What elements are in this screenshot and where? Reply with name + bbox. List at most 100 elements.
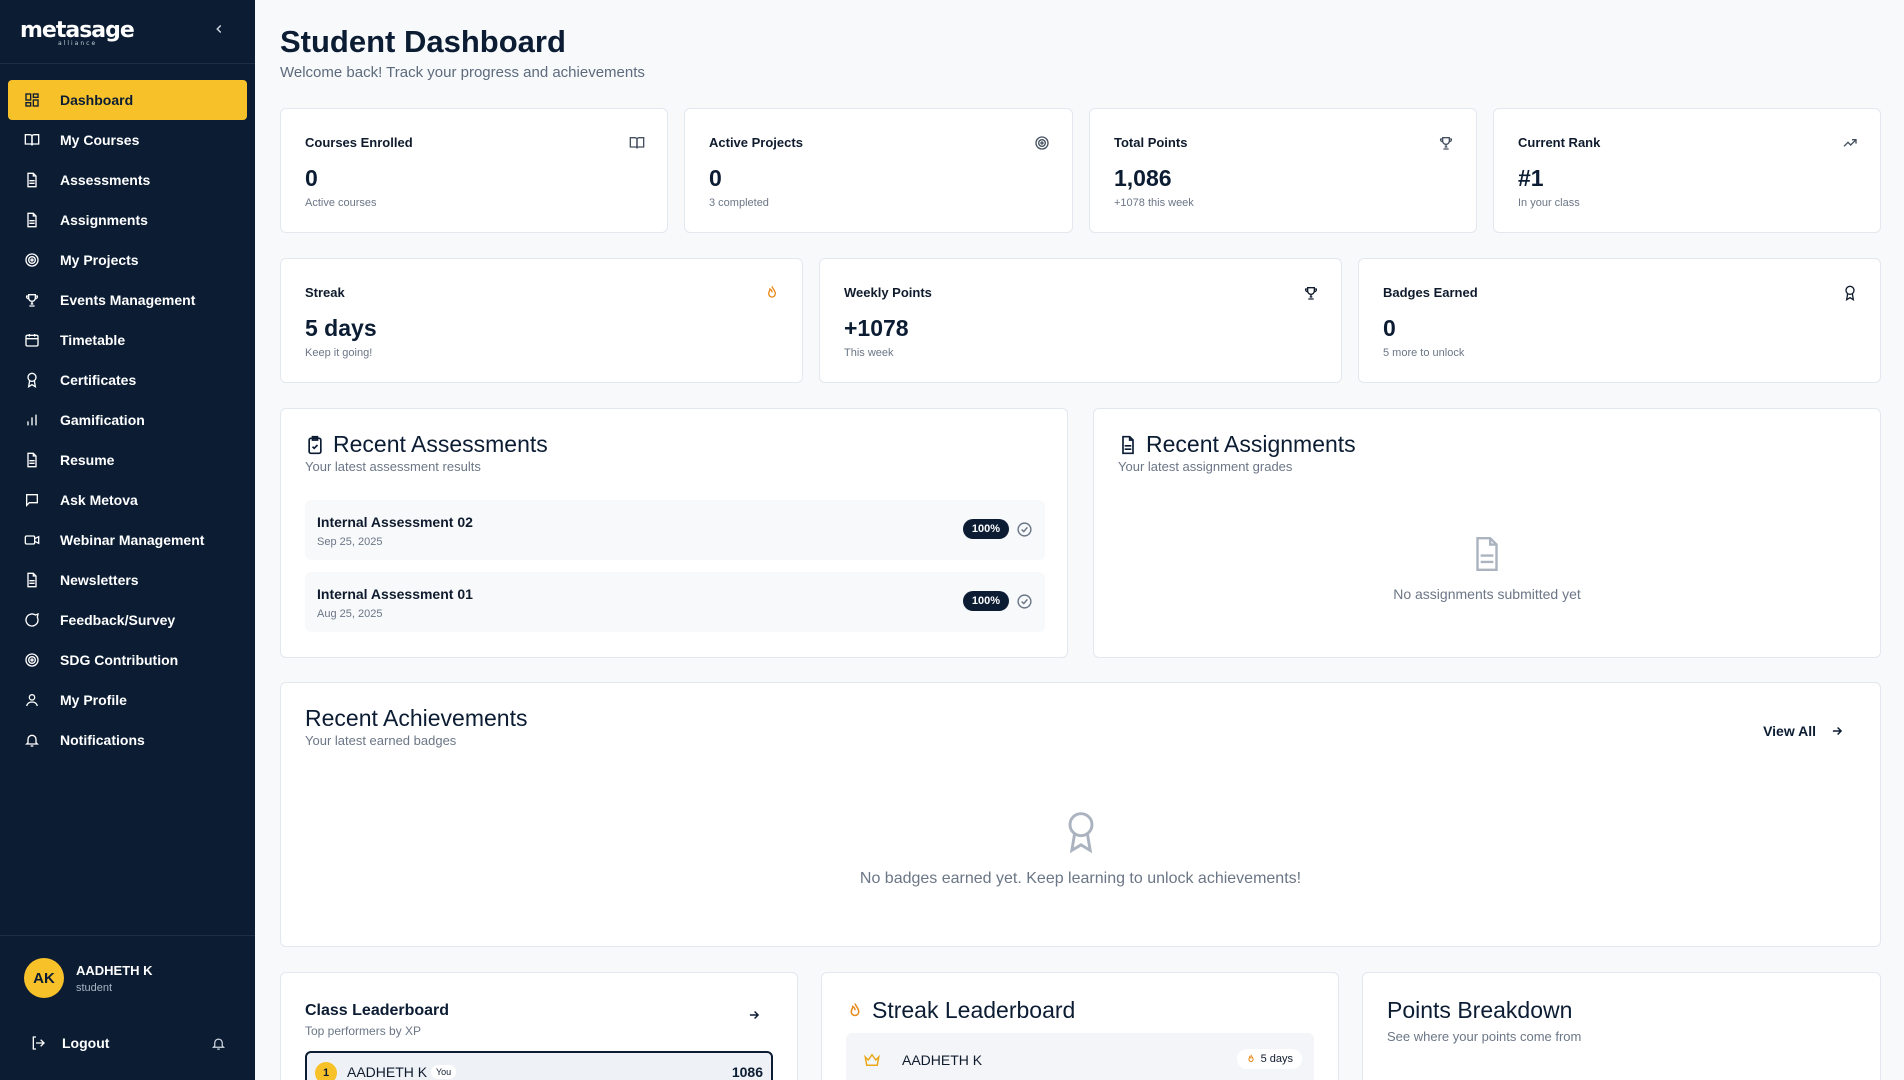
bell-icon <box>25 734 39 747</box>
sidebar-item-webinar-management[interactable]: Webinar Management <box>8 520 247 560</box>
bell-icon[interactable] <box>211 1036 226 1056</box>
sidebar-item-label: Dashboard <box>60 92 134 108</box>
stat-value: 0 <box>305 165 318 191</box>
list-item[interactable]: Internal Assessment 02 Sep 25, 2025 100% <box>305 500 1045 560</box>
user-name: AADHETH K <box>76 962 153 978</box>
view-all-button[interactable]: View All <box>1763 723 1844 739</box>
assessment-name: Internal Assessment 01 <box>317 586 473 602</box>
sidebar-item-dashboard[interactable]: Dashboard <box>8 80 247 120</box>
sidebar-item-assessments[interactable]: Assessments <box>8 160 247 200</box>
stat-subtext: Active courses <box>305 197 377 209</box>
video-icon <box>24 535 40 545</box>
document-icon <box>27 212 37 228</box>
recent-assignments-panel: Recent Assignments Your latest assignmen… <box>1093 408 1881 658</box>
panel-title: Recent Assessments <box>305 431 548 458</box>
streak-badge: 5 days <box>1236 1049 1302 1069</box>
panel-subtitle: Your latest assessment results <box>305 459 481 474</box>
sidebar-item-label: My Profile <box>60 692 127 708</box>
sidebar-item-certificates[interactable]: Certificates <box>8 360 247 400</box>
sidebar-item-newsletters[interactable]: Newsletters <box>8 560 247 600</box>
assessment-date: Sep 25, 2025 <box>317 536 383 548</box>
you-badge: You <box>431 1065 457 1079</box>
sidebar-item-label: Ask Metova <box>60 492 138 508</box>
stat-value: 0 <box>1383 315 1396 341</box>
stat-value: +1078 <box>844 315 909 341</box>
assessment-name: Internal Assessment 02 <box>317 514 473 530</box>
sidebar-item-sdg-contribution[interactable]: SDG Contribution <box>8 640 247 680</box>
chat-bubble-icon <box>25 612 39 627</box>
leaderboard-points: 1086 <box>731 1064 763 1080</box>
user-icon <box>26 694 38 707</box>
stat-label: Courses Enrolled <box>305 135 413 150</box>
book-icon <box>24 134 40 146</box>
document-icon <box>27 452 37 468</box>
stat-label: Badges Earned <box>1383 285 1478 300</box>
empty-message: No badges earned yet. Keep learning to u… <box>859 870 1302 887</box>
award-icon <box>1845 285 1855 301</box>
flame-icon <box>850 1002 860 1016</box>
file-icon <box>1476 536 1498 572</box>
clipboard-check-icon <box>308 435 322 454</box>
empty-state: No assignments submitted yet <box>1094 533 1880 602</box>
panel-subtitle: Your latest assignment grades <box>1118 459 1293 474</box>
stat-subtext: This week <box>844 347 894 359</box>
page-subtitle: Welcome back! Track your progress and ac… <box>280 64 645 81</box>
logout-icon <box>32 1036 45 1050</box>
sidebar-item-ask-metova[interactable]: Ask Metova <box>8 480 247 520</box>
sidebar-item-my-profile[interactable]: My Profile <box>8 680 247 720</box>
trophy-icon <box>25 294 39 307</box>
document-icon <box>27 172 37 188</box>
score-badge: 100% <box>962 591 1009 611</box>
chat-icon <box>26 494 38 507</box>
target-icon <box>25 653 39 667</box>
leaderboard-row[interactable]: 1 AADHETH K You 1086 <box>305 1051 773 1080</box>
brand-logo[interactable]: metasage alliance <box>20 18 135 47</box>
stat-label: Active Projects <box>709 135 803 150</box>
user-profile[interactable]: AK AADHETH K student <box>24 958 153 998</box>
leaderboard-row[interactable]: AADHETH K 5 days <box>846 1033 1314 1080</box>
stat-value: 0 <box>709 165 722 191</box>
assessment-date: Aug 25, 2025 <box>317 608 383 620</box>
sidebar-item-events-management[interactable]: Events Management <box>8 280 247 320</box>
sidebar-item-label: SDG Contribution <box>60 652 179 668</box>
sidebar-item-gamification[interactable]: Gamification <box>8 400 247 440</box>
sidebar-item-feedback-survey[interactable]: Feedback/Survey <box>8 600 247 640</box>
arrow-right-icon[interactable] <box>747 1008 761 1022</box>
rank-badge: 1 <box>315 1062 337 1080</box>
sidebar-item-label: Assessments <box>60 172 151 188</box>
recent-assessments-panel: Recent Assessments Your latest assessmen… <box>280 408 1068 658</box>
leaderboard-name: AADHETH K <box>902 1052 983 1068</box>
sidebar-item-timetable[interactable]: Timetable <box>8 320 247 360</box>
sidebar-divider <box>0 63 255 64</box>
stat-card-total-points: Total Points 1,086 +1078 this week <box>1089 108 1477 233</box>
panel-title: Points Breakdown <box>1387 997 1573 1023</box>
page-title: Student Dashboard <box>280 24 566 59</box>
stat-value: 1,086 <box>1114 165 1172 191</box>
document-icon <box>27 572 37 588</box>
calendar-icon <box>25 334 39 347</box>
sidebar-item-label: Webinar Management <box>60 532 205 548</box>
sidebar-item-my-courses[interactable]: My Courses <box>8 120 247 160</box>
sidebar-item-resume[interactable]: Resume <box>8 440 247 480</box>
sidebar-item-label: Resume <box>60 452 115 468</box>
trophy-icon <box>1439 137 1453 150</box>
collapse-sidebar-icon[interactable] <box>212 22 226 41</box>
logout-button[interactable]: Logout <box>30 1035 109 1051</box>
stat-card-streak: Streak 5 days Keep it going! <box>280 258 803 383</box>
avatar: AK <box>24 958 64 998</box>
dashboard-icon <box>25 93 39 107</box>
flame-icon <box>1247 1054 1254 1063</box>
sidebar-item-label: Events Management <box>60 292 196 308</box>
check-circle-icon <box>1017 594 1032 609</box>
target-icon <box>25 253 39 267</box>
panel-subtitle: Your latest earned badges <box>305 733 457 748</box>
sidebar-item-my-projects[interactable]: My Projects <box>8 240 247 280</box>
sidebar-item-notifications[interactable]: Notifications <box>8 720 247 760</box>
sidebar-item-assignments[interactable]: Assignments <box>8 200 247 240</box>
stat-value: 5 days <box>305 315 377 341</box>
arrow-right-icon <box>1832 726 1843 736</box>
sidebar-item-label: My Courses <box>60 132 140 148</box>
list-item[interactable]: Internal Assessment 01 Aug 25, 2025 100% <box>305 572 1045 632</box>
panel-title: Streak Leaderboard <box>846 997 1075 1024</box>
stat-card-courses-enrolled: Courses Enrolled 0 Active courses <box>280 108 668 233</box>
